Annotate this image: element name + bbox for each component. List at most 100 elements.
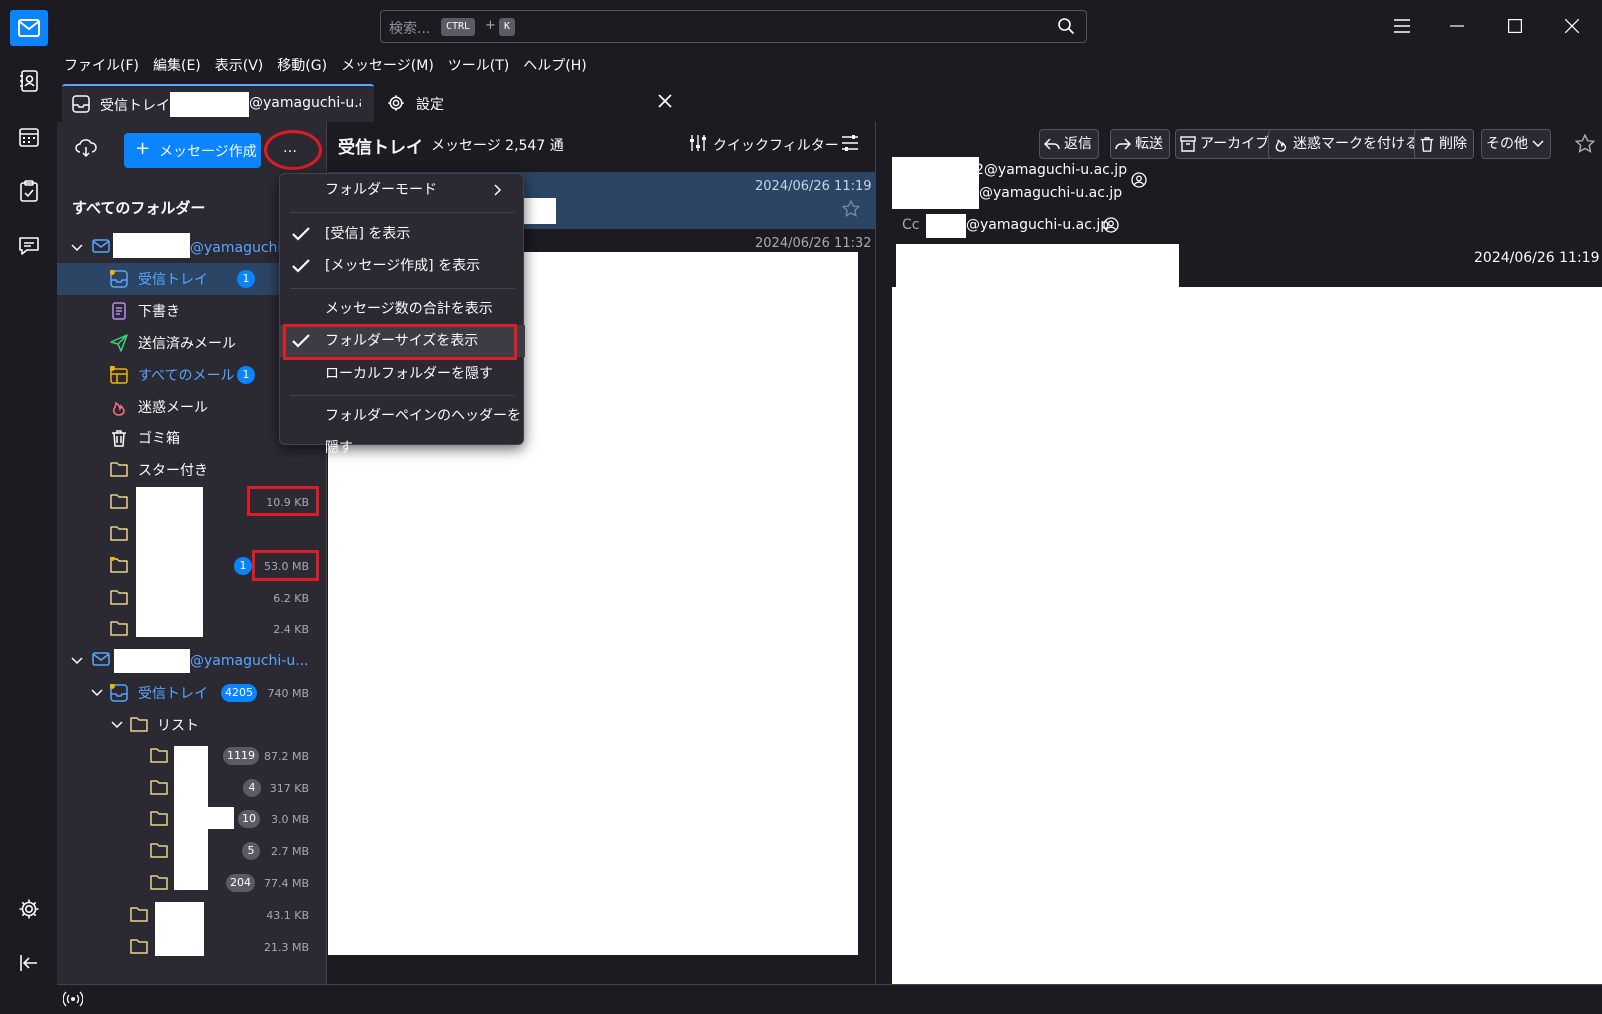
folder-redacted[interactable]: 43.1 KB xyxy=(57,899,327,931)
menu-item-show-compose[interactable]: [メッセージ作成] を表示 xyxy=(280,250,525,282)
folder-label: ゴミ箱 xyxy=(138,431,180,447)
tab-inbox[interactable]: 受信トレイ - @yamaguchi-u.a xyxy=(62,84,374,122)
folder-icon xyxy=(110,493,128,511)
chevron-down-icon xyxy=(91,685,103,701)
menu-view[interactable]: 表示(V) xyxy=(208,53,271,79)
filter-sliders-icon xyxy=(690,134,710,156)
folder-icon xyxy=(150,842,168,860)
folder-icon xyxy=(130,906,148,924)
folder-redacted[interactable]: 2.4 KB xyxy=(57,613,327,645)
folder-label: 下書き xyxy=(138,304,180,320)
menu-message[interactable]: メッセージ(M) xyxy=(334,53,441,79)
menu-item-hide-pane-header[interactable]: フォルダーペインのヘッダーを隠す xyxy=(280,400,525,456)
tab-settings[interactable]: 設定 xyxy=(380,86,680,122)
compose-label: メッセージ作成 xyxy=(159,144,257,160)
close-tab-icon[interactable] xyxy=(658,94,672,112)
delete-label: 削除 xyxy=(1439,136,1467,152)
folder-list[interactable]: リスト xyxy=(57,709,327,741)
address-book-icon[interactable] xyxy=(14,66,44,96)
trash-icon xyxy=(110,429,128,447)
unread-badge: 4205 xyxy=(221,684,257,702)
search-icon xyxy=(1057,17,1075,39)
menu-item-show-total-count[interactable]: メッセージ数の合計を表示 xyxy=(280,293,525,325)
folder-list-child[interactable]: 204 77.4 MB xyxy=(57,867,327,899)
plus-icon: + xyxy=(135,138,151,159)
menu-go[interactable]: 移動(G) xyxy=(270,53,334,79)
online-status-icon[interactable] xyxy=(62,991,84,1011)
folder-size: 3.0 MB xyxy=(270,812,309,826)
folder-icon xyxy=(110,589,128,607)
redacted-block xyxy=(170,92,249,117)
folder-starred[interactable]: スター付き xyxy=(57,454,327,486)
folder-inbox-2[interactable]: 受信トレイ 4205 740 MB xyxy=(57,677,327,709)
reply-button[interactable]: 返信 xyxy=(1039,129,1099,159)
global-search-input[interactable]: 検索... CTRL + K xyxy=(380,10,1087,43)
folder-list-child[interactable]: 5 2.7 MB xyxy=(57,835,327,867)
mail-account-icon xyxy=(92,238,110,258)
junk-fire-icon xyxy=(1275,139,1287,152)
get-messages-icon[interactable] xyxy=(75,138,97,162)
close-window-icon[interactable] xyxy=(1559,14,1585,38)
redacted-subject xyxy=(896,244,1179,288)
folder-icon xyxy=(150,747,168,765)
folder-icon xyxy=(150,810,168,828)
folder-redacted[interactable]: 21.3 MB xyxy=(57,931,327,963)
folder-size: 21.3 MB xyxy=(263,940,309,954)
other-actions-button[interactable]: その他 xyxy=(1481,129,1551,159)
folder-list-child[interactable]: 1119 87.2 MB xyxy=(57,740,327,772)
archive-button[interactable]: アーカイブ xyxy=(1175,129,1277,159)
folder-size: 2.7 MB xyxy=(270,844,309,858)
star-icon[interactable] xyxy=(1574,133,1596,158)
quick-filter-button[interactable]: クイックフィルター xyxy=(713,135,839,155)
delete-button[interactable]: 削除 xyxy=(1414,129,1474,159)
menu-item-label: ローカルフォルダーを隠す xyxy=(325,366,493,382)
menu-edit[interactable]: 編集(E) xyxy=(146,53,208,79)
compose-button[interactable]: + メッセージ作成 xyxy=(124,133,261,168)
folder-redacted[interactable]: 6.2 KB xyxy=(57,582,327,614)
menu-item-folder-mode[interactable]: フォルダーモード xyxy=(280,174,525,206)
menu-tools[interactable]: ツール(T) xyxy=(441,53,516,79)
archive-icon xyxy=(1180,136,1196,152)
chat-icon[interactable] xyxy=(14,231,44,261)
menu-item-label: フォルダーモード xyxy=(325,182,437,198)
mark-junk-button[interactable]: 迷惑マークを付ける xyxy=(1268,129,1426,159)
menu-file[interactable]: ファイル(F) xyxy=(57,53,146,79)
settings-gear-icon[interactable] xyxy=(14,894,44,924)
app-menu-icon[interactable] xyxy=(1389,14,1415,38)
folder-list-child[interactable]: 4 317 KB xyxy=(57,772,327,804)
menu-bar: ファイル(F) 編集(E) 表示(V) 移動(G) メッセージ(M) ツール(T… xyxy=(57,53,594,79)
menu-separator xyxy=(290,395,515,396)
contact-icon xyxy=(1103,217,1119,237)
minimize-icon[interactable] xyxy=(1444,14,1470,38)
highlight-circle xyxy=(264,130,322,170)
tab-inbox-account: @yamaguchi-u.a xyxy=(249,95,361,111)
maximize-icon[interactable] xyxy=(1502,14,1528,38)
menu-item-hide-local-folders[interactable]: ローカルフォルダーを隠す xyxy=(280,358,525,390)
folder-list-child[interactable]: 10 3.0 MB xyxy=(57,803,327,835)
all-folders-header: すべてのフォルダー xyxy=(72,199,206,217)
mail-app-icon[interactable] xyxy=(10,10,48,46)
account-row-2[interactable]: @yamaguchi-u... xyxy=(57,645,327,677)
folder-icon xyxy=(130,716,148,734)
tasks-icon[interactable] xyxy=(14,176,44,206)
menu-help[interactable]: ヘルプ(H) xyxy=(516,53,593,79)
settings-tab-icon xyxy=(387,94,405,116)
shortcut-key-ctrl: CTRL xyxy=(441,18,476,36)
forward-button[interactable]: 転送 xyxy=(1110,129,1170,159)
folder-redacted[interactable] xyxy=(57,518,327,550)
folder-size: 87.2 MB xyxy=(263,749,309,763)
collapse-sidebar-icon[interactable] xyxy=(14,948,44,978)
folder-icon xyxy=(150,779,168,797)
star-icon[interactable] xyxy=(841,199,861,222)
list-display-options-icon[interactable] xyxy=(841,134,859,156)
highlight-box xyxy=(283,324,517,360)
mark-junk-label: 迷惑マークを付ける xyxy=(1293,136,1419,152)
highlight-box xyxy=(247,486,319,516)
search-placeholder: 検索... xyxy=(389,21,431,37)
chevron-down-icon xyxy=(71,240,83,256)
folder-label: リスト xyxy=(157,718,199,734)
redacted-block xyxy=(926,214,966,238)
redacted-block xyxy=(892,157,979,209)
calendar-icon[interactable] xyxy=(14,122,44,152)
menu-item-show-get-messages[interactable]: [受信] を表示 xyxy=(280,218,525,250)
